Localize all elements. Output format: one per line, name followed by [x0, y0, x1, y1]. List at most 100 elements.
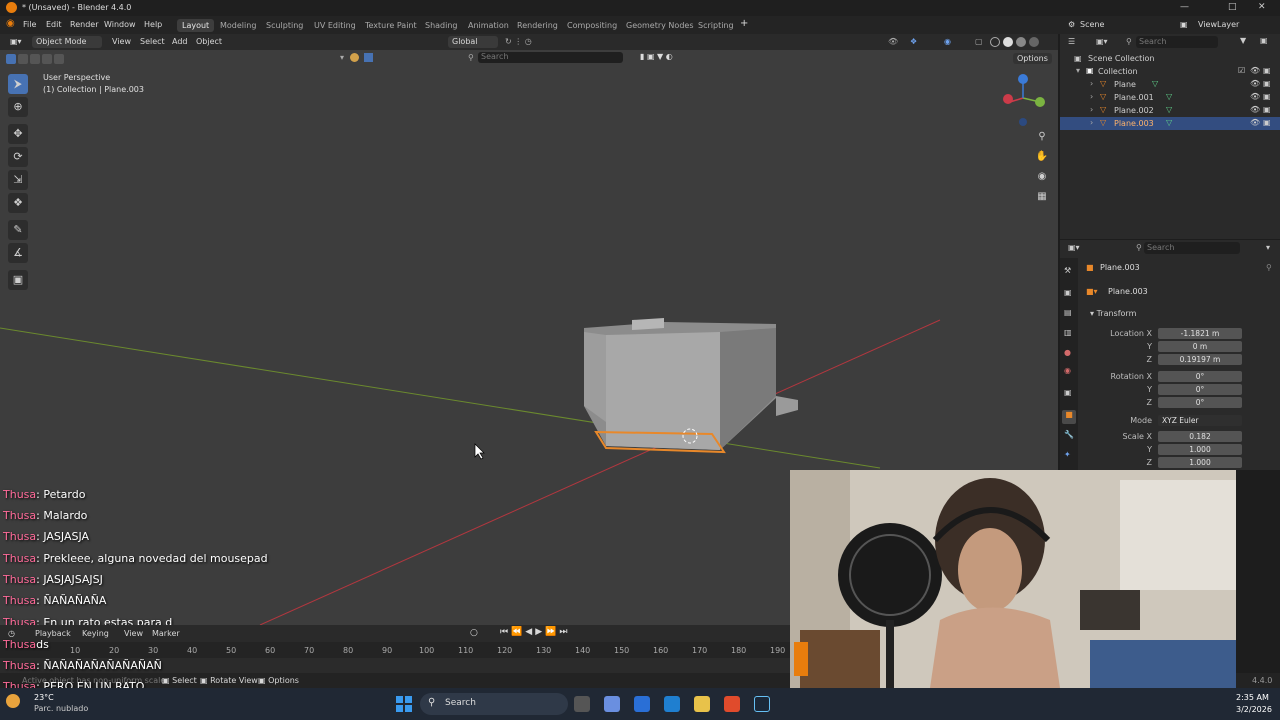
output-tab-icon[interactable]: ▤ [1064, 308, 1072, 317]
visibility-eye-icon[interactable]: 👁 [1250, 92, 1260, 101]
timeline-editor-icon[interactable]: ◷ [8, 629, 15, 638]
overlay-icon[interactable]: ◉ [944, 37, 951, 46]
properties-options-icon[interactable]: ▾ [1266, 243, 1270, 252]
cursor-tool-icon[interactable]: ⊕ [8, 97, 28, 117]
perspective-grid-icon[interactable]: ▦ [1033, 188, 1051, 206]
render-camera-icon[interactable]: ▣ [1263, 105, 1271, 114]
weather-icon[interactable] [6, 694, 20, 708]
outliner-scene-collection[interactable]: ▣ Scene Collection [1060, 52, 1280, 65]
xray-icon[interactable]: ▢ [975, 37, 983, 46]
location-y-field[interactable]: 0 m [1158, 341, 1242, 352]
editor-type-icon[interactable]: ▣▾ [10, 37, 22, 46]
location-z-field[interactable]: 0.19197 m [1158, 354, 1242, 365]
camera-view-icon[interactable]: ◉ [1033, 168, 1051, 186]
playback-controls-icon[interactable]: ⏮⏪◀▶⏩⏭ [500, 627, 570, 637]
maximize-icon[interactable]: □ [1228, 2, 1237, 12]
outliner-object-plane-002[interactable]: › ▽ Plane.002 ▽ 👁 ▣ [1060, 104, 1280, 117]
select-subtract-icon[interactable] [30, 54, 40, 64]
render-camera-icon[interactable]: ▣ [1263, 92, 1271, 101]
scene-name[interactable]: Scene [1080, 20, 1104, 29]
outliner-filter-icon[interactable]: ▼ [1240, 36, 1246, 45]
object-name-field[interactable]: Plane.003 [1108, 287, 1148, 296]
timeline-menu-view[interactable]: View [124, 629, 143, 638]
options-dropdown[interactable]: Options [1013, 53, 1052, 64]
clock-date[interactable]: 3/2/2026 [1236, 705, 1272, 714]
add-workspace-icon[interactable]: + [740, 18, 748, 29]
rotation-z-field[interactable]: 0° [1158, 397, 1242, 408]
visibility-eye-icon[interactable]: 👁 [1250, 118, 1260, 127]
menu-edit[interactable]: Edit [46, 20, 62, 29]
view-layer-tab-icon[interactable]: ▥ [1064, 328, 1072, 337]
display-mode-icon[interactable]: ▣▾ [1096, 37, 1108, 46]
transform-tool-icon[interactable]: ❖ [8, 193, 28, 213]
copilot-icon[interactable] [604, 696, 620, 712]
windows-start-icon[interactable] [396, 696, 412, 712]
menu-help[interactable]: Help [144, 20, 162, 29]
snap-dropdown-icon[interactable]: ▾ [340, 53, 344, 62]
rotation-x-field[interactable]: 0° [1158, 371, 1242, 382]
tab-uv-editing[interactable]: UV Editing [309, 19, 361, 32]
menu-window[interactable]: Window [104, 20, 136, 29]
orientation-dropdown[interactable]: Global [448, 36, 498, 48]
select-box-tool-icon[interactable]: ⮞ [8, 74, 28, 94]
outliner-object-plane[interactable]: › ▽ Plane ▽ 👁 ▣ [1060, 78, 1280, 91]
tab-scripting[interactable]: Scripting [693, 19, 739, 32]
render-camera-icon[interactable]: ▣ [1263, 79, 1271, 88]
minimize-icon[interactable]: — [1180, 2, 1189, 12]
rendered-shading-icon[interactable] [1029, 37, 1039, 47]
bookmark-icon[interactable]: ▮ ▣ ▼ ◐ [640, 52, 673, 61]
close-icon[interactable]: ✕ [1258, 2, 1266, 12]
render-camera-icon[interactable]: ▣ [1263, 66, 1271, 75]
timeline-menu-playback[interactable]: Playback [35, 629, 71, 638]
clock-time[interactable]: 2:35 AM [1236, 693, 1269, 702]
viewport-menu-select[interactable]: Select [140, 37, 165, 46]
select-intersect-icon[interactable] [54, 54, 64, 64]
move-tool-icon[interactable]: ✥ [8, 124, 28, 144]
mode-dropdown[interactable]: Object Mode [32, 36, 102, 48]
outliner-object-plane-001[interactable]: › ▽ Plane.001 ▽ 👁 ▣ [1060, 91, 1280, 104]
viewport-menu-add[interactable]: Add [172, 37, 188, 46]
tab-layout[interactable]: Layout [177, 19, 215, 32]
steam-icon[interactable] [754, 696, 770, 712]
rotate-tool-icon[interactable]: ⟳ [8, 147, 28, 167]
select-new-icon[interactable] [6, 54, 16, 64]
tool-tab-icon[interactable]: ⚒ [1064, 266, 1071, 275]
solid-shading-icon[interactable] [1003, 37, 1013, 47]
brave-icon[interactable] [724, 696, 740, 712]
view-layer-name[interactable]: ViewLayer [1198, 20, 1239, 29]
properties-search-input[interactable]: Search [1144, 242, 1240, 254]
gizmo-icon[interactable]: ❖ [910, 37, 917, 46]
zoom-icon[interactable]: ⚲ [1033, 128, 1051, 146]
expand-chevron-icon[interactable]: › [1090, 79, 1093, 88]
visibility-eye-icon[interactable]: 👁 [1250, 105, 1260, 114]
pivot-icon[interactable]: ↻ ⋮ ◷ [505, 37, 532, 46]
auto-key-icon[interactable]: ○ [470, 628, 478, 638]
particles-tab-icon[interactable]: ✦ [1064, 450, 1071, 459]
scale-x-field[interactable]: 0.182 [1158, 431, 1242, 442]
tab-compositing[interactable]: Compositing [562, 19, 622, 32]
expand-chevron-icon[interactable]: › [1090, 92, 1093, 101]
viewport-menu-view[interactable]: View [112, 37, 131, 46]
annotate-tool-icon[interactable]: ✎ [8, 220, 28, 240]
filter-mesh-icon[interactable] [364, 53, 373, 62]
world-tab-icon[interactable]: ◉ [1064, 366, 1071, 375]
file-explorer-icon[interactable] [694, 696, 710, 712]
visibility-icon[interactable]: 👁 [888, 37, 898, 46]
outliner-object-plane-003[interactable]: › ▽ Plane.003 ▽ 👁 ▣ [1060, 117, 1280, 130]
outliner-editor-icon[interactable]: ☰ [1068, 37, 1075, 46]
pin-icon[interactable]: ⚲ [1266, 263, 1272, 272]
scale-y-field[interactable]: 1.000 [1158, 444, 1242, 455]
material-ball-icon[interactable] [350, 53, 359, 62]
task-view-icon[interactable] [574, 696, 590, 712]
outlook-icon[interactable] [664, 696, 680, 712]
tab-rendering[interactable]: Rendering [512, 19, 563, 32]
expand-chevron-icon[interactable]: › [1090, 118, 1093, 127]
visibility-eye-icon[interactable]: 👁 [1250, 79, 1260, 88]
expand-chevron-icon[interactable]: ▾ [1076, 66, 1080, 75]
menu-render[interactable]: Render [70, 20, 98, 29]
outliner-search-input[interactable]: Search [1136, 36, 1218, 48]
add-cube-tool-icon[interactable]: ▣ [8, 270, 28, 290]
scene-tab-icon[interactable]: ● [1064, 348, 1071, 357]
select-extend-icon[interactable] [18, 54, 28, 64]
viewport-menu-object[interactable]: Object [196, 37, 222, 46]
